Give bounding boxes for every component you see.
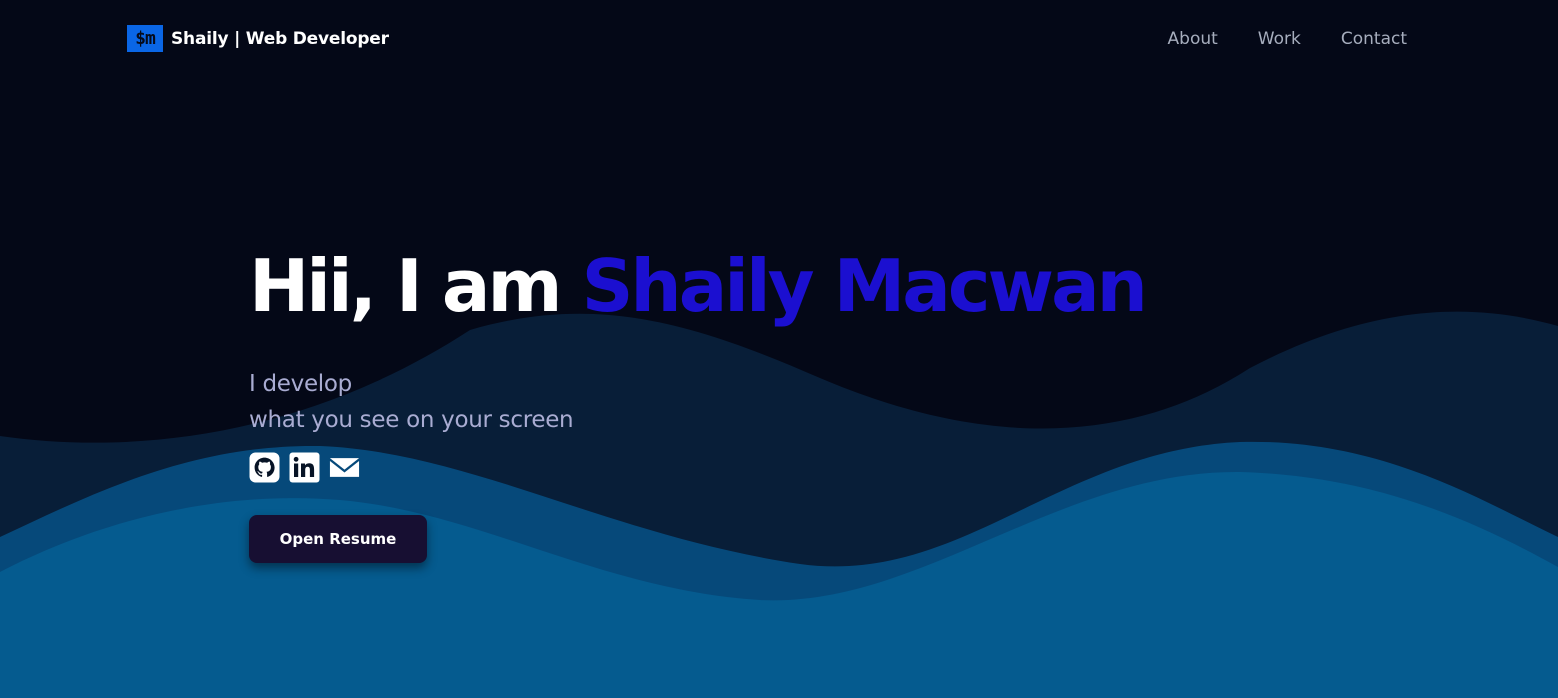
nav-link-contact[interactable]: Contact [1341,27,1407,51]
brand-name: Shaily | Web Developer [171,28,389,49]
open-resume-button[interactable]: Open Resume [249,515,427,563]
hero-tagline: I develop what you see on your screen [249,366,1145,438]
mail-icon [329,458,360,477]
tagline-line-2: what you see on your screen [249,407,574,433]
brand-logo: $m [127,25,163,52]
portfolio-page: $m Shaily | Web Developer About Work Con… [0,0,1558,698]
linkedin-link[interactable] [289,452,320,483]
nav-links: About Work Contact [1168,27,1407,51]
linkedin-icon [289,452,320,483]
github-link[interactable] [249,452,280,483]
nav-link-work[interactable]: Work [1258,27,1301,51]
hero-greeting: Hii, I am [249,244,562,328]
hero-name: Shaily Macwan [581,244,1148,328]
nav-link-about[interactable]: About [1168,27,1218,51]
hero-heading: Hii, I am Shaily Macwan [249,236,1148,336]
hero-section: Hii, I am Shaily Macwan I develop what y… [249,236,1148,563]
email-link[interactable] [329,452,360,483]
top-navbar: $m Shaily | Web Developer About Work Con… [0,0,1558,78]
github-icon [249,452,280,483]
brand-home-link[interactable]: $m Shaily | Web Developer [127,25,389,52]
social-links [249,452,1145,483]
tagline-line-1: I develop [249,371,352,397]
